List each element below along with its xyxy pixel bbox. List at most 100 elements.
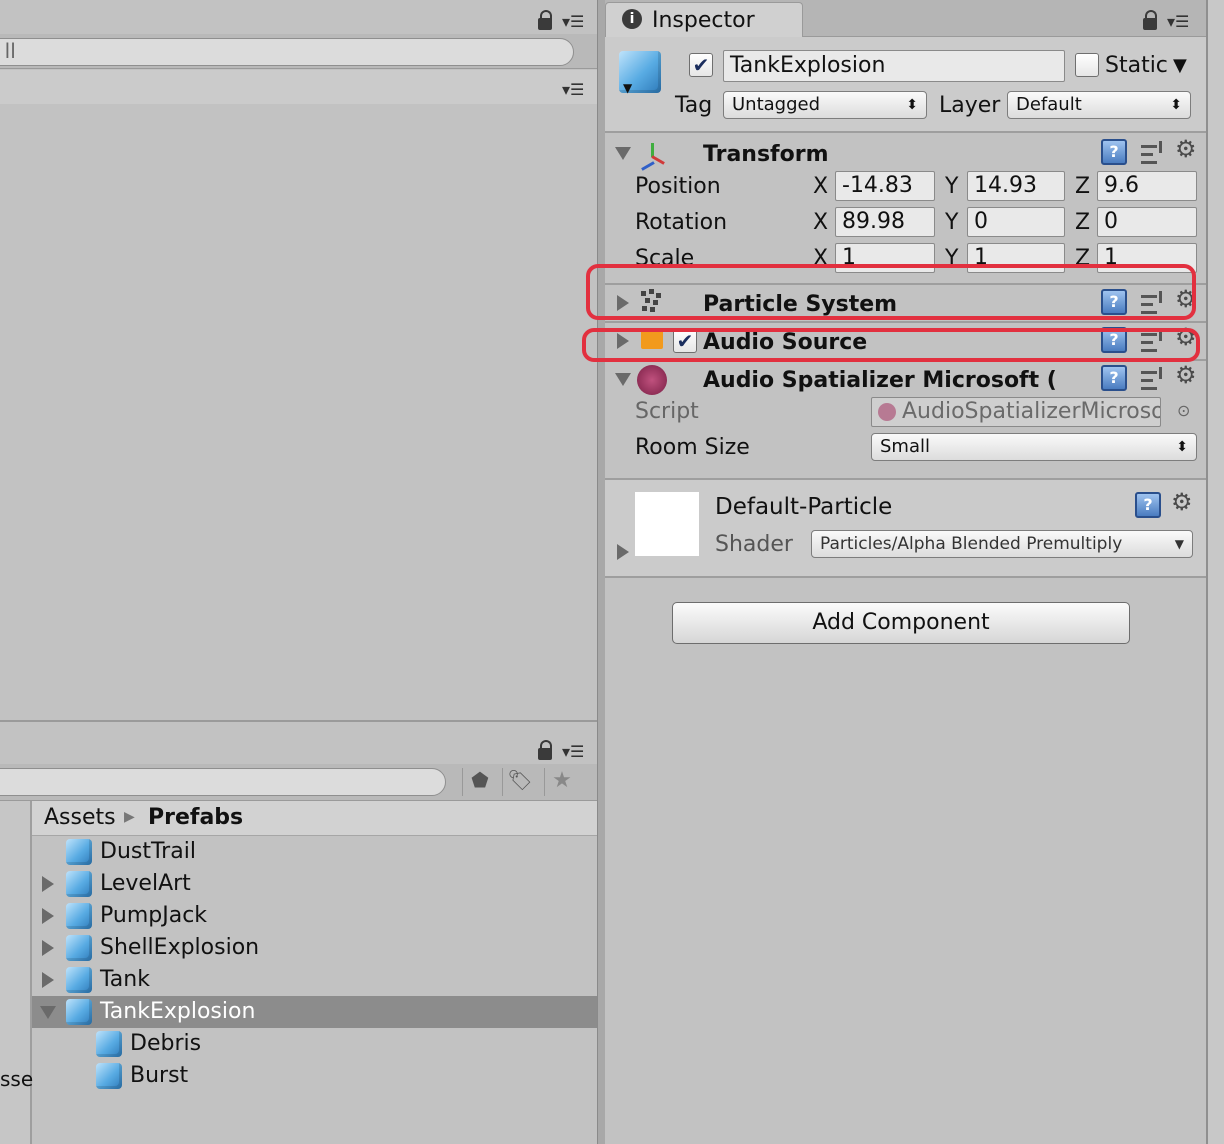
project-panel: ▾☰ ⬟ 🏷 ★ sse Assets ▶ Prefabs DustTrail L… — [0, 730, 597, 1144]
updown-icon: ⬍ — [1176, 439, 1188, 455]
shader-dropdown[interactable]: Particles/Alpha Blended Premultiply ▼ — [811, 530, 1193, 558]
rotation-z-field[interactable]: 0 — [1097, 207, 1197, 237]
static-label: Static — [1105, 53, 1168, 78]
folder-column: sse — [0, 801, 34, 1144]
room-size-label: Room Size — [635, 435, 750, 460]
highlight-audio-source — [582, 328, 1200, 362]
tree-item[interactable]: Tank — [32, 964, 597, 996]
prefab-icon — [66, 935, 92, 961]
preset-icon[interactable] — [1141, 139, 1165, 165]
position-x-field[interactable]: -14.83 — [835, 171, 935, 201]
prefab-icon — [96, 1031, 122, 1057]
preset-icon[interactable] — [1141, 365, 1165, 391]
help-icon[interactable]: ? — [1101, 139, 1127, 165]
script-label: Script — [635, 399, 699, 424]
project-search-input[interactable] — [0, 768, 446, 796]
scene-view-edge — [1206, 0, 1224, 1144]
static-dropdown-icon[interactable]: ▼ — [1173, 55, 1187, 76]
tree-item[interactable]: DustTrail — [32, 836, 597, 868]
gear-icon[interactable]: ⚙ — [1175, 363, 1197, 387]
prefab-icon — [66, 839, 92, 865]
hierarchy-panel: ▾☰ All ▾☰ — [0, 0, 600, 722]
tree-item[interactable]: PumpJack — [32, 900, 597, 932]
breadcrumb-separator-icon: ▶ — [124, 809, 135, 825]
axis-y-label: Y — [945, 210, 959, 235]
active-checkbox[interactable]: ✔ — [689, 53, 713, 77]
rotation-y-field[interactable]: 0 — [967, 207, 1065, 237]
layer-value: Default — [1016, 94, 1082, 115]
room-size-value: Small — [880, 436, 930, 457]
panel-menu-icon[interactable]: ▾☰ — [562, 742, 584, 761]
dropdown-arrow-icon: ▼ — [1174, 537, 1184, 551]
foldout-collapsed-icon[interactable] — [42, 908, 54, 924]
static-checkbox[interactable] — [1075, 53, 1099, 77]
help-icon[interactable]: ? — [1135, 492, 1161, 518]
help-icon[interactable]: ? — [1101, 365, 1127, 391]
favorite-star-icon[interactable]: ★ — [544, 768, 579, 796]
gear-icon[interactable]: ⚙ — [1171, 490, 1193, 514]
tag-dropdown[interactable]: Untagged ⬍ — [723, 91, 927, 119]
axis-z-label: Z — [1075, 174, 1091, 199]
lock-icon[interactable] — [1143, 10, 1157, 30]
axis-z-label: Z — [1075, 210, 1091, 235]
prefab-icon — [66, 999, 92, 1025]
foldout-expanded-icon[interactable] — [615, 373, 631, 386]
clipped-folder-label: sse — [0, 1067, 34, 1091]
transform-icon — [639, 141, 667, 171]
tree-item-label: Debris — [130, 1031, 202, 1056]
breadcrumb-assets[interactable]: Assets — [44, 807, 116, 829]
transform-row-label: Position — [635, 174, 721, 199]
foldout-collapsed-icon[interactable] — [42, 972, 54, 988]
object-header: ▼ ✔ TankExplosion Static ▼ Tag Untagged ⬍… — [605, 37, 1206, 133]
icon-dropdown-icon[interactable]: ▼ — [623, 81, 632, 95]
hierarchy-menu-icon[interactable]: ▾☰ — [562, 80, 584, 99]
foldout-expanded-icon[interactable] — [40, 1006, 56, 1019]
audio-spatializer-title[interactable]: Audio Spatializer Microsoft (Sc — [703, 368, 1055, 393]
lock-icon[interactable] — [538, 740, 552, 760]
tab-inspector[interactable]: i Inspector — [605, 2, 803, 37]
lock-icon[interactable] — [538, 10, 552, 30]
hierarchy-header — [0, 70, 600, 105]
tree-item[interactable]: TankExplosion — [32, 996, 597, 1028]
panel-menu-icon[interactable]: ▾☰ — [1167, 12, 1189, 31]
tree-item[interactable]: Burst — [32, 1060, 597, 1092]
label-filter-icon[interactable]: 🏷 — [502, 768, 537, 796]
foldout-collapsed-icon[interactable] — [617, 544, 629, 560]
highlight-particle-system — [586, 264, 1196, 320]
tree-item[interactable]: Debris — [32, 1028, 597, 1060]
type-filter-icon[interactable]: ⬟ — [462, 768, 497, 796]
tree-item-label: TankExplosion — [100, 999, 256, 1024]
material-preview — [635, 492, 699, 556]
position-z-field[interactable]: 9.6 — [1097, 171, 1197, 201]
axis-x-label: X — [813, 174, 829, 199]
foldout-expanded-icon[interactable] — [615, 147, 631, 160]
transform-title[interactable]: Transform — [703, 142, 829, 167]
tree-item-label: LevelArt — [100, 871, 191, 896]
shader-label: Shader — [715, 532, 793, 557]
tree-item[interactable]: ShellExplosion — [32, 932, 597, 964]
add-component-label: Add Component — [812, 610, 990, 635]
foldout-collapsed-icon[interactable] — [42, 940, 54, 956]
script-field[interactable]: AudioSpatializerMicroso — [871, 397, 1161, 427]
script-icon — [878, 403, 896, 421]
breadcrumb: Assets ▶ Prefabs — [32, 801, 597, 836]
rotation-x-field[interactable]: 89.98 — [835, 207, 935, 237]
hierarchy-list — [0, 104, 597, 722]
hierarchy-search-input[interactable]: All — [0, 38, 574, 66]
add-component-button[interactable]: Add Component — [672, 602, 1130, 644]
position-y-field[interactable]: 14.93 — [967, 171, 1065, 201]
tree-item-label: PumpJack — [100, 903, 208, 928]
panel-menu-icon[interactable]: ▾☰ — [562, 12, 584, 31]
breadcrumb-prefabs[interactable]: Prefabs — [148, 807, 243, 829]
updown-icon: ⬍ — [906, 97, 918, 113]
prefab-icon — [66, 903, 92, 929]
tree-item[interactable]: LevelArt — [32, 868, 597, 900]
object-picker-icon[interactable]: ⊙ — [1177, 401, 1190, 420]
foldout-collapsed-icon[interactable] — [42, 876, 54, 892]
layer-dropdown[interactable]: Default ⬍ — [1007, 91, 1191, 119]
gear-icon[interactable]: ⚙ — [1175, 137, 1197, 161]
tab-title: Inspector — [652, 8, 755, 33]
object-name-input[interactable]: TankExplosion — [723, 50, 1065, 82]
room-size-dropdown[interactable]: Small ⬍ — [871, 433, 1197, 461]
transform-row: Rotation X 89.98 Y 0 Z 0 — [605, 207, 1206, 241]
